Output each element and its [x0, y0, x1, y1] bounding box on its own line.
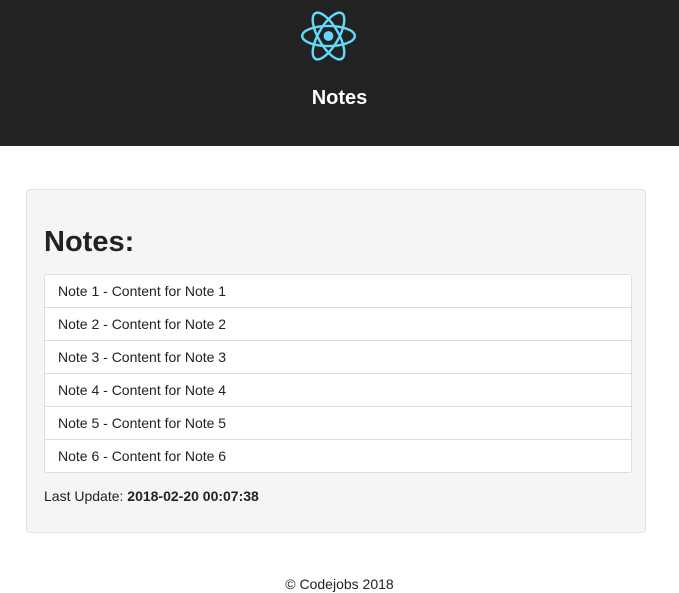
note-list-item: Note 4 - Content for Note 4 — [45, 373, 631, 406]
app-header: Notes — [0, 0, 679, 146]
note-list-item: Note 5 - Content for Note 5 — [45, 406, 631, 439]
last-update: Last Update: 2018-02-20 00:07:38 — [44, 487, 259, 505]
footer-copyright: © Codejobs 2018 — [285, 576, 394, 592]
note-list-item: Note 6 - Content for Note 6 — [45, 439, 631, 472]
header-title: Notes — [311, 87, 368, 109]
note-list-item: Note 3 - Content for Note 3 — [45, 340, 631, 373]
react-atom-icon — [301, 11, 356, 61]
last-update-value: 2018-02-20 00:07:38 — [127, 488, 259, 504]
notes-panel: Notes: Note 1 - Content for Note 1 Note … — [26, 189, 646, 533]
note-list-item: Note 2 - Content for Note 2 — [45, 307, 631, 340]
note-list-item: Note 1 - Content for Note 1 — [58, 283, 227, 299]
last-update-label: Last Update: — [44, 488, 124, 504]
notes-heading: Notes: — [44, 226, 135, 258]
note-list: Note 1 - Content for Note 1 Note 2 - Con… — [44, 274, 632, 473]
